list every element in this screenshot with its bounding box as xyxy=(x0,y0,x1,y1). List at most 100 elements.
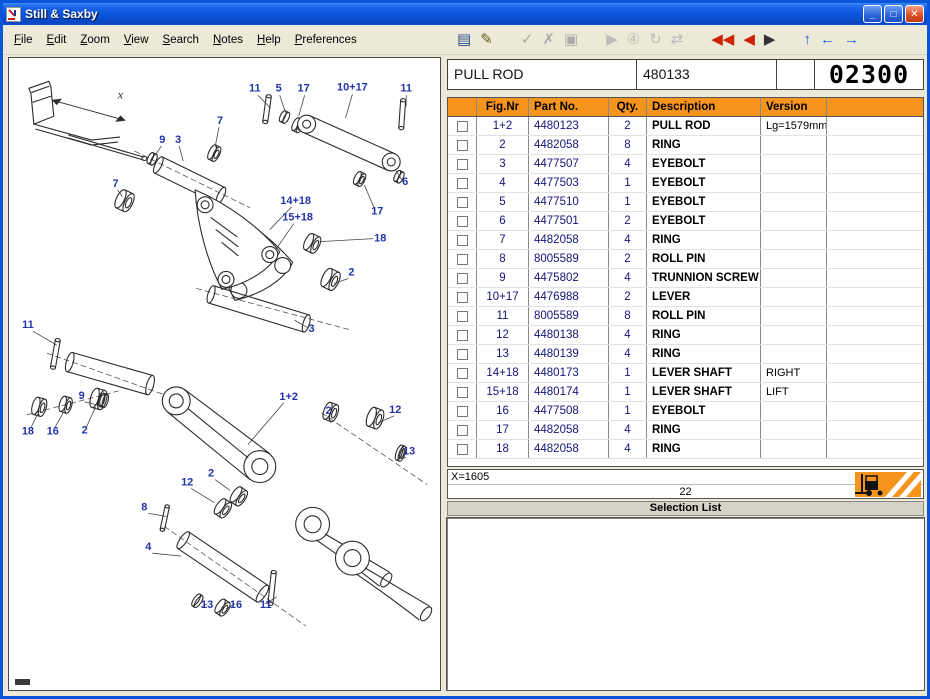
title-bar[interactable]: Still & Saxby _ □ ✕ xyxy=(3,3,927,25)
row-checkbox[interactable] xyxy=(456,253,468,265)
row-checkbox[interactable] xyxy=(456,329,468,341)
qty-cell: 8 xyxy=(608,307,646,325)
diagram-panel[interactable]: x 11 5 17 10+17 11 7 9 3 7 14+18 15+18 6… xyxy=(8,57,441,691)
close-button[interactable]: ✕ xyxy=(905,5,924,23)
part-row-5[interactable]: 5 4477510 1 EYEBOLT xyxy=(448,193,923,212)
lever-plates xyxy=(194,189,294,301)
part-row-16[interactable]: 16 4477508 1 EYEBOLT xyxy=(448,402,923,421)
cancel-icon: ✗ xyxy=(542,31,555,48)
qty-cell: 4 xyxy=(608,440,646,458)
left-rod-group xyxy=(31,337,155,417)
filler-cell xyxy=(826,402,923,420)
part-row-7[interactable]: 7 4482058 4 RING xyxy=(448,231,923,250)
checkbox-cell xyxy=(448,174,476,192)
part-row-1+2[interactable]: 1+2 4480123 2 PULL ROD Lg=1579mm xyxy=(448,117,923,136)
toolbar: ▤ ✎ ✓ ✗ ▣ ▶ ④ ↻ ⇄ ◀◀ ◀ ▶ ↑ ← → xyxy=(455,25,861,54)
toolbar-separator xyxy=(782,39,796,40)
row-checkbox[interactable] xyxy=(456,291,468,303)
row-checkbox[interactable] xyxy=(456,424,468,436)
part-row-13[interactable]: 13 4480139 4 RING xyxy=(448,345,923,364)
part-no-cell: 4477508 xyxy=(528,402,608,420)
description-cell: ROLL PIN xyxy=(646,250,760,268)
menu-view[interactable]: View xyxy=(117,32,156,48)
forklift-icon[interactable] xyxy=(855,472,921,497)
row-checkbox[interactable] xyxy=(456,386,468,398)
row-checkbox[interactable] xyxy=(456,139,468,151)
up-icon[interactable]: ↑ xyxy=(801,31,813,48)
callout-2: 2 xyxy=(348,266,354,278)
row-checkbox[interactable] xyxy=(456,196,468,208)
part-row-14+18[interactable]: 14+18 4480173 1 LEVER SHAFT RIGHT xyxy=(448,364,923,383)
row-checkbox[interactable] xyxy=(456,405,468,417)
part-row-12[interactable]: 12 4480138 4 RING xyxy=(448,326,923,345)
col-part-no: Part No. xyxy=(528,98,608,116)
part-number: 480133 xyxy=(636,60,776,89)
fork-sketch xyxy=(28,80,148,162)
part-row-11[interactable]: 11 8005589 8 ROLL PIN xyxy=(448,307,923,326)
maximize-button[interactable]: □ xyxy=(884,5,903,23)
forward-icon[interactable]: → xyxy=(842,31,861,48)
filler-cell xyxy=(826,193,923,211)
print-icon[interactable]: ▤ xyxy=(455,31,473,48)
part-no-cell: 4477503 xyxy=(528,174,608,192)
minimize-button[interactable]: _ xyxy=(863,5,882,23)
fig-nr-cell: 11 xyxy=(476,307,528,325)
part-no-cell: 4482058 xyxy=(528,231,608,249)
menu-file[interactable]: File xyxy=(7,32,40,48)
part-row-18[interactable]: 18 4482058 4 RING xyxy=(448,440,923,459)
callout-12: 12 xyxy=(181,476,193,488)
row-checkbox[interactable] xyxy=(456,367,468,379)
qty-cell: 4 xyxy=(608,231,646,249)
description-cell: EYEBOLT xyxy=(646,402,760,420)
menu-search[interactable]: Search xyxy=(156,32,206,48)
part-row-9[interactable]: 9 4475802 4 TRUNNION SCREW xyxy=(448,269,923,288)
callout-1+2: 1+2 xyxy=(279,391,298,403)
row-checkbox[interactable] xyxy=(456,443,468,455)
part-row-8[interactable]: 8 8005589 2 ROLL PIN xyxy=(448,250,923,269)
menu-notes[interactable]: Notes xyxy=(206,32,250,48)
row-checkbox[interactable] xyxy=(456,310,468,322)
menu-zoom[interactable]: Zoom xyxy=(73,32,116,48)
part-row-6[interactable]: 6 4477501 2 EYEBOLT xyxy=(448,212,923,231)
back-icon[interactable]: ← xyxy=(818,31,837,48)
callout-14+18: 14+18 xyxy=(280,195,311,207)
parts-table-header: Fig.Nr Part No. Qty. Description Version xyxy=(448,98,923,117)
menu-help[interactable]: Help xyxy=(250,32,288,48)
qty-cell: 2 xyxy=(608,250,646,268)
selection-list[interactable] xyxy=(446,517,925,691)
part-row-17[interactable]: 17 4482058 4 RING xyxy=(448,421,923,440)
part-row-3[interactable]: 3 4477507 4 EYEBOLT xyxy=(448,155,923,174)
part-no-cell: 4480174 xyxy=(528,383,608,401)
first-page-icon[interactable]: ◀◀ xyxy=(709,31,736,48)
description-cell: EYEBOLT xyxy=(646,212,760,230)
checkbox-cell xyxy=(448,136,476,154)
edit-tool-icon[interactable]: ✎ xyxy=(478,31,495,48)
callout-13: 13 xyxy=(403,446,415,458)
row-checkbox[interactable] xyxy=(456,272,468,284)
next-page-icon[interactable]: ▶ xyxy=(762,31,778,48)
row-checkbox[interactable] xyxy=(456,120,468,132)
filler-cell xyxy=(826,155,923,173)
part-row-10+17[interactable]: 10+17 4476988 2 LEVER xyxy=(448,288,923,307)
row-checkbox[interactable] xyxy=(456,215,468,227)
prev-page-icon[interactable]: ◀ xyxy=(741,31,757,48)
checkbox-cell xyxy=(448,231,476,249)
checkbox-cell xyxy=(448,345,476,363)
part-row-4[interactable]: 4 4477503 1 EYEBOLT xyxy=(448,174,923,193)
filler-cell xyxy=(826,421,923,439)
qty-cell: 1 xyxy=(608,383,646,401)
fig-nr-cell: 9 xyxy=(476,269,528,287)
leader-lines xyxy=(30,94,407,610)
menu-edit[interactable]: Edit xyxy=(40,32,74,48)
row-checkbox[interactable] xyxy=(456,177,468,189)
version-cell xyxy=(760,269,826,287)
part-row-2[interactable]: 2 4482058 8 RING xyxy=(448,136,923,155)
row-checkbox[interactable] xyxy=(456,348,468,360)
callout-7: 7 xyxy=(112,178,118,190)
fig-nr-cell: 12 xyxy=(476,326,528,344)
drawing-stamp xyxy=(15,679,30,685)
row-checkbox[interactable] xyxy=(456,234,468,246)
row-checkbox[interactable] xyxy=(456,158,468,170)
menu-preferences[interactable]: Preferences xyxy=(288,32,364,48)
part-row-15+18[interactable]: 15+18 4480174 1 LEVER SHAFT LIFT xyxy=(448,383,923,402)
